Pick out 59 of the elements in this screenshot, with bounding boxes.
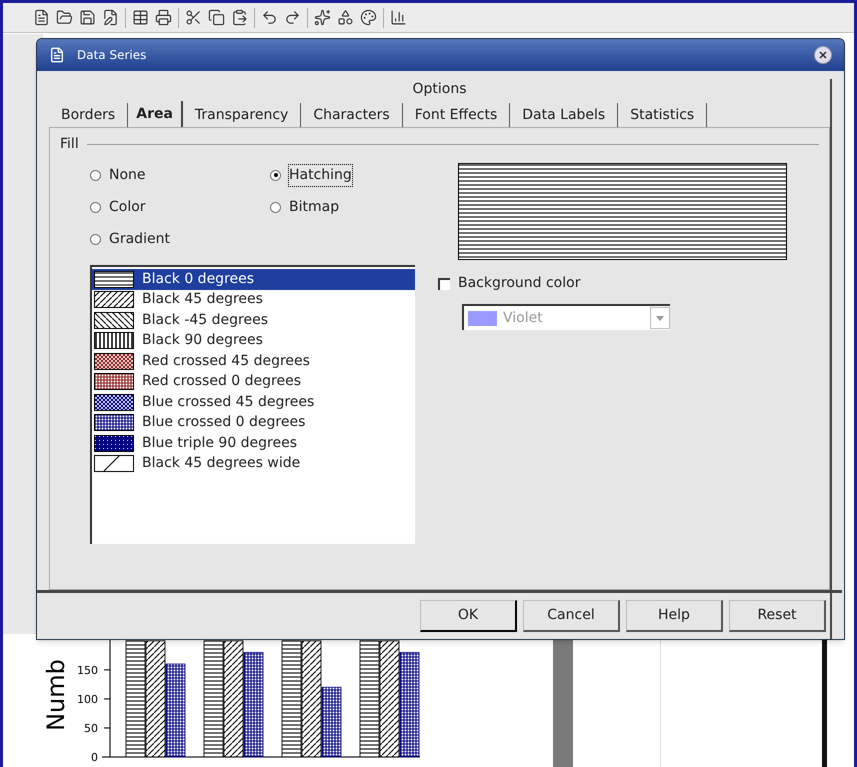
table-icon[interactable] [132, 9, 149, 26]
dialog-button[interactable]: Reset [729, 600, 826, 632]
list-item[interactable]: Black 45 degrees [92, 290, 415, 310]
document-icon [49, 47, 65, 63]
document-icon[interactable] [33, 9, 50, 26]
printer-icon[interactable] [155, 9, 172, 26]
folder-icon[interactable] [56, 9, 73, 26]
hatch-swatch-icon [94, 332, 134, 350]
dialog-button[interactable]: Cancel [523, 600, 620, 632]
hatch-swatch-icon [94, 414, 134, 432]
hatch-swatch-icon [94, 352, 134, 370]
shapes-icon[interactable] [337, 9, 354, 26]
copy-icon[interactable] [208, 9, 225, 26]
list-item[interactable]: Blue crossed 0 degrees [92, 412, 415, 433]
radio-icon[interactable] [270, 202, 281, 212]
radio-icon[interactable] [270, 170, 281, 180]
dialog-button[interactable]: OK [420, 600, 517, 632]
tick-label: 50 [84, 722, 98, 735]
radio-option[interactable]: Bitmap [270, 191, 450, 223]
close-icon[interactable] [814, 46, 832, 64]
sparkle-icon[interactable] [314, 9, 331, 26]
radio-option[interactable]: Hatching [270, 159, 450, 191]
hatch-swatch-icon [94, 434, 134, 452]
section-heading: Options [411, 80, 468, 99]
palette-icon[interactable] [360, 9, 377, 26]
tick-label: 0 [91, 751, 98, 764]
window-title: Data Series [77, 47, 148, 64]
hatch-swatch-icon [94, 270, 134, 288]
list-item[interactable]: Red crossed 0 degrees [92, 372, 415, 392]
list-item[interactable]: Black 90 degrees [92, 330, 415, 351]
pen-document-icon[interactable] [102, 9, 119, 26]
radio-option[interactable]: Color [90, 191, 270, 223]
hatch-swatch-icon [94, 455, 134, 472]
chart-icon[interactable] [390, 9, 407, 26]
redo-icon[interactable] [284, 9, 301, 26]
radio-icon[interactable] [90, 234, 101, 244]
hatch-swatch-icon [94, 312, 134, 329]
radio-option[interactable]: Gradient [90, 223, 270, 255]
save-icon[interactable] [79, 9, 96, 26]
paste-icon[interactable] [231, 9, 248, 26]
group-label: Fill [60, 135, 79, 154]
list-item[interactable]: Blue crossed 45 degrees [92, 392, 415, 412]
hatch-swatch-icon [94, 291, 134, 308]
tick-label: 100 [77, 692, 98, 706]
radio-icon[interactable] [90, 170, 101, 180]
list-item[interactable]: Red crossed 45 degrees [92, 351, 415, 372]
cut-icon[interactable] [185, 9, 202, 26]
dialog-button[interactable]: Help [626, 600, 723, 632]
list-item[interactable]: Blue triple 90 degrees [92, 433, 415, 454]
tick-label: 150 [77, 664, 98, 677]
hatch-swatch-icon [94, 394, 134, 411]
hatch-swatch-icon [94, 373, 134, 390]
radio-option[interactable]: None [90, 159, 270, 191]
list-item[interactable]: Black -45 degrees [92, 310, 415, 330]
undo-icon[interactable] [261, 9, 278, 26]
list-item[interactable]: Black 45 degrees wide [92, 454, 415, 474]
axis-label: Numb [42, 659, 70, 731]
radio-icon[interactable] [90, 202, 101, 212]
list-item[interactable]: Black 0 degrees [92, 269, 415, 290]
